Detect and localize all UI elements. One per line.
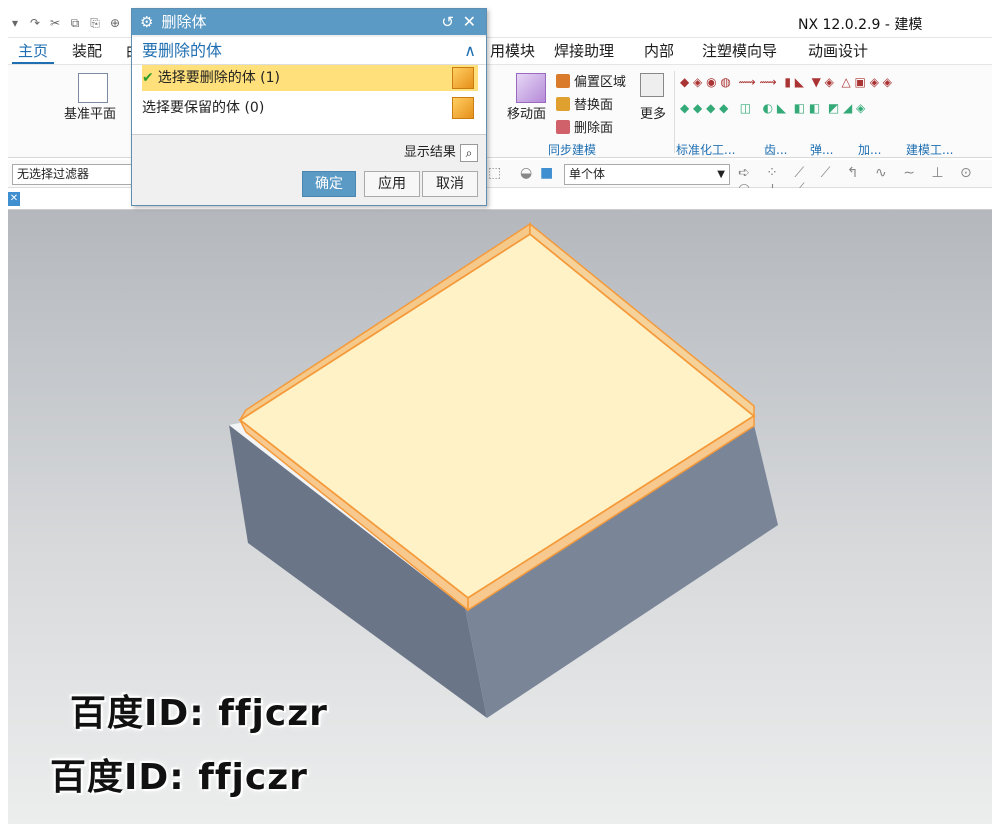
scope-dropdown-value: 单个体 [569, 167, 606, 181]
scope-dropdown[interactable]: 单个体 ▼ [564, 164, 730, 185]
close-icon[interactable]: ✕ [463, 9, 476, 35]
standard-group-label[interactable]: 标准化工... [676, 141, 735, 158]
apply-button[interactable]: 应用 [364, 171, 420, 197]
rectangle-select-icon[interactable]: ⬚ [488, 165, 501, 181]
delete-face-icon [556, 120, 570, 134]
sync-modeling-group-label[interactable]: 同步建模 [548, 141, 596, 158]
replace-face-label: 替换面 [574, 98, 614, 113]
ok-button[interactable]: 确定 [302, 171, 356, 197]
section-body: ✔ 选择要删除的体 (1) 选择要保留的体 (0) [132, 65, 486, 135]
paste-icon[interactable]: ⎘ [88, 16, 102, 31]
select-body-icon[interactable] [452, 97, 474, 119]
spring-group-label[interactable]: 弹... [810, 141, 833, 158]
more-button[interactable]: 更多 [640, 103, 666, 122]
gear-icon[interactable]: ⚙ [140, 13, 153, 31]
gear-group-label[interactable]: 齿... [764, 141, 787, 158]
ribbon-separator [674, 71, 675, 153]
tab-animation-design[interactable]: 动画设计 [802, 38, 874, 64]
chevron-up-icon[interactable]: ∧ [464, 37, 476, 65]
dialog-title-bar[interactable]: ⚙ 删除体 ↺ ✕ [132, 9, 486, 35]
redo-icon[interactable]: ↷ [28, 16, 42, 30]
close-icon[interactable]: ✕ [8, 192, 20, 206]
offset-region-label: 偏置区域 [574, 75, 627, 90]
select-body-to-keep-row[interactable]: 选择要保留的体 (0) [142, 95, 478, 121]
datum-plane-button[interactable]: 基准平面 [64, 103, 116, 122]
dropdown-icon[interactable]: ▾ [8, 16, 22, 30]
move-face-button[interactable]: 移动面 [507, 103, 546, 122]
chevron-down-icon: ▼ [717, 169, 725, 180]
tab-app-module[interactable]: 用模块 [484, 38, 541, 64]
paste-special-icon[interactable]: ⊕ [108, 16, 122, 30]
tab-assembly[interactable]: 装配 [66, 38, 108, 64]
select-body-to-delete-row[interactable]: ✔ 选择要删除的体 (1) [142, 65, 478, 91]
quick-access-toolbar: ▾ ↷ ✂ ⧉ ⎘ ⊕ ✕ [8, 13, 142, 33]
watermark-text: 百度ID: ffjczr [70, 693, 328, 734]
replace-face-icon [556, 97, 570, 111]
offset-region-icon [556, 74, 570, 88]
cancel-button[interactable]: 取消 [422, 171, 478, 197]
datum-plane-icon[interactable] [78, 73, 108, 103]
delete-face-button[interactable]: 删除面 [556, 117, 613, 136]
add-group-label[interactable]: 加... [858, 141, 881, 158]
tab-home[interactable]: 主页 [12, 38, 55, 64]
section-title: 要删除的体 [142, 41, 223, 60]
offset-region-button[interactable]: 偏置区域 [556, 71, 626, 90]
more-icon[interactable] [640, 73, 664, 97]
selection-filter-dropdown[interactable]: 无选择过滤器 [12, 164, 134, 185]
copy-icon[interactable]: ⧉ [68, 16, 82, 31]
replace-face-button[interactable]: 替换面 [556, 94, 613, 113]
standard-tools-icons[interactable]: ◆ ◈ ◉ ◍ ⟿ ⟿ ▮ ◣ ▼ ◈ △ ▣ ◈ ◈ [680, 75, 892, 89]
standard-tools-icons-row2[interactable]: ◆ ◆ ◆ ◆ ◫ ◐ ◣ ◧ ◧ ◩ ◢ ◈ [680, 101, 865, 115]
check-icon: ✔ [142, 70, 154, 86]
delete-face-label: 删除面 [574, 121, 614, 136]
body-select-icon[interactable]: ◒ [520, 165, 532, 181]
show-result-control[interactable]: 显示结果 ⌕ [404, 141, 478, 162]
tab-mold-wizard[interactable]: 注塑模向导 [696, 38, 783, 64]
cube-select-icon[interactable]: ■ [540, 165, 553, 181]
modeling-tools-group-label[interactable]: 建模工... [906, 141, 953, 158]
window-title: NX 12.0.2.9 - 建模 [798, 17, 923, 33]
tab-internal[interactable]: 内部 [638, 38, 680, 64]
move-face-icon[interactable] [516, 73, 546, 103]
show-result-label: 显示结果 [403, 145, 456, 160]
watermark-text: 百度ID: ffjczr [50, 757, 308, 798]
dialog-title: 删除体 [161, 13, 207, 31]
magnifier-icon[interactable]: ⌕ [460, 143, 478, 162]
cut-icon[interactable]: ✂ [48, 16, 62, 30]
select-body-icon[interactable] [452, 67, 474, 89]
reset-icon[interactable]: ↺ [441, 9, 454, 35]
graphics-viewport[interactable]: 百度ID: ffjczr 百度ID: ffjczr [8, 210, 992, 824]
select-delete-label: 选择要删除的体 (1) [157, 70, 281, 86]
tab-weld-assistant[interactable]: 焊接助理 [548, 38, 620, 64]
delete-body-dialog: ⚙ 删除体 ↺ ✕ 要删除的体 ∧ ✔ 选择要删除的体 (1) 选择要保留的体 (0… [131, 8, 487, 206]
select-keep-label: 选择要保留的体 (0) [142, 100, 265, 116]
section-header-body-to-delete[interactable]: 要删除的体 ∧ [132, 37, 486, 65]
